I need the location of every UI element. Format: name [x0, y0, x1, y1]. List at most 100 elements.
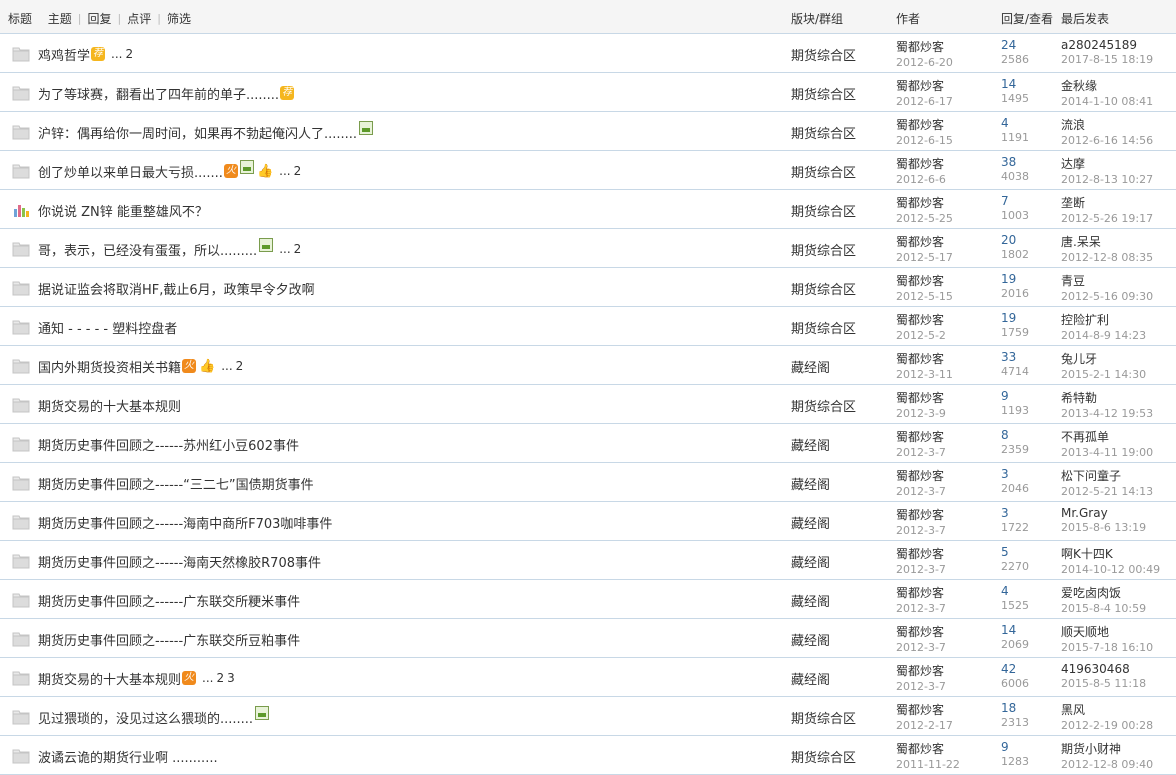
thread-title-link[interactable]: 期货历史事件回顾之------广东联交所豆粕事件 — [38, 630, 300, 649]
last-poster[interactable]: a280245189 — [1061, 38, 1153, 52]
thread-title-link[interactable]: 期货历史事件回顾之------海南中商所F703咖啡事件 — [38, 513, 332, 532]
last-post-time[interactable]: 2014-10-12 00:49 — [1061, 563, 1160, 576]
forum-link[interactable]: 期货综合区 — [791, 123, 856, 142]
author-name[interactable]: 蜀都炒客 — [896, 311, 946, 328]
last-poster[interactable]: 青豆 — [1061, 272, 1153, 289]
forum-link[interactable]: 期货综合区 — [791, 240, 856, 259]
last-post-time[interactable]: 2015-8-4 10:59 — [1061, 602, 1146, 615]
tab-title[interactable]: 标题 — [8, 10, 32, 27]
thread-title-link[interactable]: 为了等球赛，翻看出了四年前的单子........ — [38, 84, 279, 103]
page-link[interactable]: 2 — [294, 242, 302, 256]
author-name[interactable]: 蜀都炒客 — [896, 584, 946, 601]
thread-title-link[interactable]: 鸡鸡哲学 — [38, 45, 90, 64]
thread-title-link[interactable]: 创了炒单以来单日最大亏损....... — [38, 162, 223, 181]
thread-title-link[interactable]: 哥，表示，已经没有蛋蛋，所以......... — [38, 240, 257, 259]
last-post-time[interactable]: 2014-8-9 14:23 — [1061, 329, 1146, 342]
forum-link[interactable]: 期货综合区 — [791, 45, 856, 64]
forum-link[interactable]: 期货综合区 — [791, 708, 856, 727]
author-name[interactable]: 蜀都炒客 — [896, 155, 946, 172]
reply-count[interactable]: 18 — [1001, 701, 1029, 715]
author-name[interactable]: 蜀都炒客 — [896, 662, 946, 679]
last-post-time[interactable]: 2015-8-5 11:18 — [1061, 677, 1146, 690]
forum-link[interactable]: 藏经阁 — [791, 357, 830, 376]
thread-title-link[interactable]: 通知 - - - - - 塑料控盘者 — [38, 318, 177, 337]
last-post-time[interactable]: 2015-7-18 16:10 — [1061, 641, 1153, 654]
last-poster[interactable]: 达摩 — [1061, 155, 1153, 172]
last-poster[interactable]: 流浪 — [1061, 116, 1153, 133]
reply-count[interactable]: 19 — [1001, 272, 1029, 286]
last-post-time[interactable]: 2012-6-16 14:56 — [1061, 134, 1153, 147]
thread-title-link[interactable]: 期货交易的十大基本规则 — [38, 669, 181, 688]
reply-count[interactable]: 9 — [1001, 389, 1029, 403]
last-post-time[interactable]: 2015-2-1 14:30 — [1061, 368, 1146, 381]
forum-link[interactable]: 期货综合区 — [791, 279, 856, 298]
last-post-time[interactable]: 2012-12-8 08:35 — [1061, 251, 1153, 264]
last-poster[interactable]: 控险扩利 — [1061, 311, 1146, 328]
author-name[interactable]: 蜀都炒客 — [896, 194, 953, 211]
author-name[interactable]: 蜀都炒客 — [896, 623, 946, 640]
reply-count[interactable]: 14 — [1001, 77, 1029, 91]
last-poster[interactable]: 期货小财神 — [1061, 740, 1153, 757]
last-poster[interactable]: 希特勒 — [1061, 389, 1153, 406]
last-post-time[interactable]: 2012-5-16 09:30 — [1061, 290, 1153, 303]
forum-link[interactable]: 藏经阁 — [791, 630, 830, 649]
thread-title-link[interactable]: 期货历史事件回顾之------海南天然橡胶R708事件 — [38, 552, 321, 571]
page-link[interactable]: 2 — [236, 359, 244, 373]
author-name[interactable]: 蜀都炒客 — [896, 77, 953, 94]
author-name[interactable]: 蜀都炒客 — [896, 506, 946, 523]
last-poster[interactable]: 松下问童子 — [1061, 467, 1153, 484]
author-name[interactable]: 蜀都炒客 — [896, 467, 946, 484]
thread-title-link[interactable]: 波谲云诡的期货行业啊 ........... — [38, 747, 218, 766]
last-post-time[interactable]: 2012-12-8 09:40 — [1061, 758, 1153, 771]
reply-count[interactable]: 5 — [1001, 545, 1029, 559]
last-poster[interactable]: 419630468 — [1061, 662, 1146, 676]
last-poster[interactable]: 爱吃卤肉饭 — [1061, 584, 1146, 601]
reply-count[interactable]: 33 — [1001, 350, 1029, 364]
reply-count[interactable]: 7 — [1001, 194, 1029, 208]
author-name[interactable]: 蜀都炒客 — [896, 350, 953, 367]
author-name[interactable]: 蜀都炒客 — [896, 545, 946, 562]
author-name[interactable]: 蜀都炒客 — [896, 116, 953, 133]
thread-title-link[interactable]: 见过猥琐的，没见过这么猥琐的........ — [38, 708, 253, 727]
last-post-time[interactable]: 2013-4-12 19:53 — [1061, 407, 1153, 420]
author-name[interactable]: 蜀都炒客 — [896, 38, 953, 55]
tab-comment[interactable]: 点评 — [127, 10, 151, 27]
last-post-time[interactable]: 2012-5-21 14:13 — [1061, 485, 1153, 498]
forum-link[interactable]: 藏经阁 — [791, 435, 830, 454]
reply-count[interactable]: 14 — [1001, 623, 1029, 637]
author-name[interactable]: 蜀都炒客 — [896, 428, 946, 445]
forum-link[interactable]: 藏经阁 — [791, 513, 830, 532]
author-name[interactable]: 蜀都炒客 — [896, 272, 953, 289]
reply-count[interactable]: 4 — [1001, 116, 1029, 130]
author-name[interactable]: 蜀都炒客 — [896, 740, 960, 757]
forum-link[interactable]: 期货综合区 — [791, 747, 856, 766]
last-post-time[interactable]: 2017-8-15 18:19 — [1061, 53, 1153, 66]
tab-filter[interactable]: 筛选 — [167, 10, 191, 27]
last-poster[interactable]: 啊K十四K — [1061, 545, 1160, 562]
page-link[interactable]: 2 — [216, 671, 224, 685]
forum-link[interactable]: 藏经阁 — [791, 474, 830, 493]
last-post-time[interactable]: 2015-8-6 13:19 — [1061, 521, 1146, 534]
last-post-time[interactable]: 2012-8-13 10:27 — [1061, 173, 1153, 186]
forum-link[interactable]: 期货综合区 — [791, 396, 856, 415]
reply-count[interactable]: 4 — [1001, 584, 1029, 598]
page-link[interactable]: 2 — [294, 164, 302, 178]
reply-count[interactable]: 42 — [1001, 662, 1029, 676]
last-poster[interactable]: 垄断 — [1061, 194, 1153, 211]
last-poster[interactable]: 兔儿牙 — [1061, 350, 1146, 367]
reply-count[interactable]: 9 — [1001, 740, 1029, 754]
forum-link[interactable]: 期货综合区 — [791, 162, 856, 181]
thread-title-link[interactable]: 期货历史事件回顾之------广东联交所粳米事件 — [38, 591, 300, 610]
forum-link[interactable]: 藏经阁 — [791, 591, 830, 610]
thread-title-link[interactable]: 期货历史事件回顾之------“三二七”国债期货事件 — [38, 474, 314, 493]
last-poster[interactable]: 唐.呆呆 — [1061, 233, 1153, 250]
forum-link[interactable]: 期货综合区 — [791, 201, 856, 220]
author-name[interactable]: 蜀都炒客 — [896, 701, 953, 718]
last-poster[interactable]: Mr.Gray — [1061, 506, 1146, 520]
tab-topic[interactable]: 主题 — [48, 10, 72, 27]
reply-count[interactable]: 3 — [1001, 506, 1029, 520]
author-name[interactable]: 蜀都炒客 — [896, 233, 953, 250]
last-post-time[interactable]: 2014-1-10 08:41 — [1061, 95, 1153, 108]
last-poster[interactable]: 不再孤单 — [1061, 428, 1153, 445]
forum-link[interactable]: 藏经阁 — [791, 552, 830, 571]
